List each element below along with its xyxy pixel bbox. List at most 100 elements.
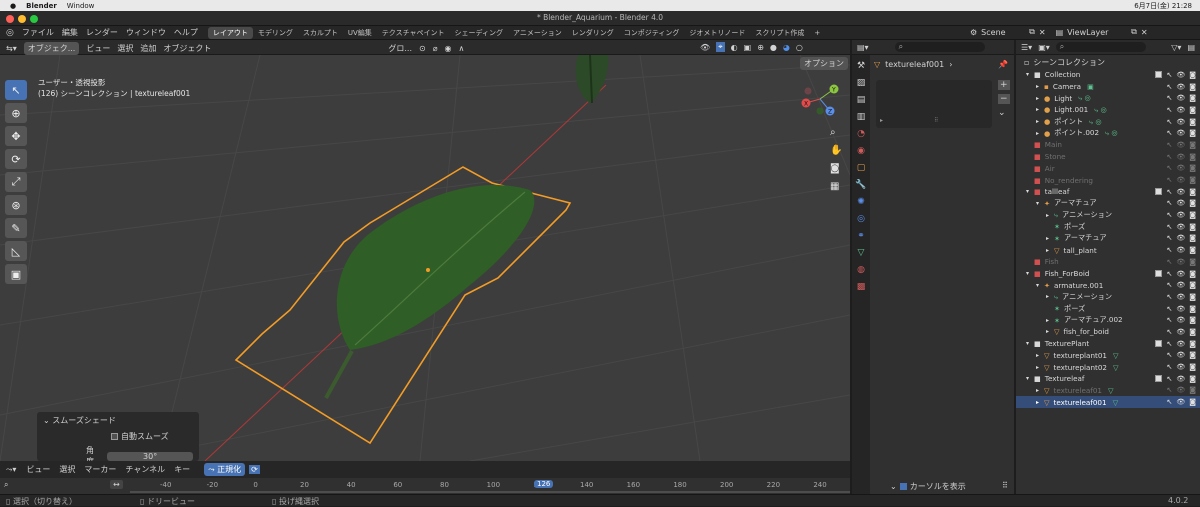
menu-2[interactable]: レンダー	[86, 27, 118, 38]
pan-hand-icon[interactable]: ✋	[830, 145, 842, 156]
show-cursor-option[interactable]: ⌄ カーソルを表示	[890, 481, 966, 492]
object-tab-icon[interactable]: ▢	[857, 163, 866, 173]
workspace-tab-5[interactable]: シェーディング	[450, 27, 509, 39]
workspace-tab-1[interactable]: モデリング	[253, 27, 298, 39]
render-icon[interactable]: ◙	[1189, 386, 1196, 394]
visibility-icon[interactable]: 👁	[1176, 316, 1185, 324]
timeline-menu-1[interactable]: 選択	[59, 464, 75, 475]
timeline-swap-icon[interactable]: ↔	[110, 480, 123, 489]
outliner-row[interactable]: ■ Main ↖ 👁 ◙	[1016, 139, 1200, 151]
menu-0[interactable]: ファイル	[22, 27, 54, 38]
texture-tab-icon[interactable]: ▩	[857, 282, 866, 292]
select-tool-icon[interactable]: ↖	[5, 80, 27, 100]
render-icon[interactable]: ◙	[1189, 199, 1196, 207]
perspective-grid-icon[interactable]: ▦	[830, 181, 842, 192]
scene-tab-icon[interactable]: ◔	[857, 129, 865, 139]
physics-tab-icon[interactable]: ◎	[857, 214, 865, 224]
expand-arrow-icon[interactable]: ▸	[1036, 399, 1044, 406]
render-icon[interactable]: ◙	[1189, 164, 1196, 172]
outliner-row[interactable]: ▾ ■ tallleaf ↖ 👁 ◙	[1016, 186, 1200, 198]
menu-3[interactable]: ウィンドウ	[126, 27, 166, 38]
visibility-icon[interactable]: 👁	[1176, 176, 1185, 184]
visibility-icon[interactable]: 👁	[1176, 270, 1185, 278]
exclude-checkbox[interactable]	[1155, 339, 1163, 347]
blender-logo-icon[interactable]: ◎	[6, 28, 14, 38]
normalize-toggle[interactable]: ⤳ 正規化	[204, 463, 246, 476]
exclude-checkbox[interactable]	[1155, 70, 1163, 78]
timeline-search-icon[interactable]: ⌕	[4, 480, 8, 490]
outliner-row[interactable]: ▾ ■ Textureleaf ↖ 👁 ◙	[1016, 373, 1200, 385]
outliner-row[interactable]: ■ Stone ↖ 👁 ◙	[1016, 151, 1200, 163]
auto-normalize-icon[interactable]: ⟳	[249, 465, 260, 474]
transform-tool-icon[interactable]: ⊛	[5, 195, 27, 215]
outliner-row[interactable]: ▸ ▽ textureleaf001 ▽ ↖ 👁 ◙	[1016, 396, 1200, 408]
selectable-icon[interactable]: ↖	[1166, 340, 1172, 348]
object-menu[interactable]: オブジェクト	[163, 43, 211, 54]
workspace-tab-2[interactable]: スカルプト	[298, 27, 343, 39]
selectable-icon[interactable]: ↖	[1166, 316, 1172, 324]
selectable-icon[interactable]: ↖	[1166, 234, 1172, 242]
expand-arrow-icon[interactable]: ▸	[1046, 212, 1054, 219]
visibility-icon[interactable]: 👁	[1176, 246, 1185, 254]
snap-icon[interactable]: ⌀	[433, 44, 438, 53]
menu-1[interactable]: 編集	[62, 27, 78, 38]
data-tab-icon[interactable]: ▽	[858, 248, 865, 258]
outliner-data-icon[interactable]: ⤷ ◎	[1089, 117, 1102, 127]
app-menu[interactable]: Blender	[26, 2, 57, 10]
workspace-tab-4[interactable]: テクスチャペイント	[377, 27, 450, 39]
visibility-icon[interactable]: 👁	[1176, 363, 1185, 371]
outliner-row[interactable]: ✶ ポーズ ↖ 👁 ◙	[1016, 221, 1200, 233]
outliner-row[interactable]: ▸ ● Light.001 ⤷ ◎ ↖ 👁 ◙	[1016, 104, 1200, 116]
visibility-icon[interactable]: 👁	[1176, 188, 1185, 196]
outliner-row[interactable]: ▸ ▽ tall_plant ↖ 👁 ◙	[1016, 244, 1200, 256]
render-icon[interactable]: ◙	[1189, 129, 1196, 137]
workspace-tab-6[interactable]: アニメーション	[508, 27, 567, 39]
expand-arrow-icon[interactable]: ▾	[1026, 71, 1034, 78]
outliner-row[interactable]: ▸ ● ポイント.002 ⤷ ◎ ↖ 👁 ◙	[1016, 127, 1200, 139]
view-menu[interactable]: ビュー	[86, 43, 110, 54]
outliner-row[interactable]: ▸ ⤷ アニメーション ↖ 👁 ◙	[1016, 291, 1200, 303]
render-icon[interactable]: ◙	[1189, 375, 1196, 383]
breadcrumb-chevron-icon[interactable]: ›	[949, 60, 952, 69]
selectable-icon[interactable]: ↖	[1166, 328, 1172, 336]
selectable-icon[interactable]: ↖	[1166, 83, 1172, 91]
visibility-icon[interactable]: 👁	[1176, 141, 1185, 149]
outliner-row[interactable]: ▸ ▽ textureleaf01 ▽ ↖ 👁 ◙	[1016, 385, 1200, 397]
visibility-icon[interactable]: 👁	[1176, 258, 1185, 266]
material-shading-icon[interactable]: ◕	[783, 43, 790, 52]
timeline-ruler[interactable]: ⌕ ↔ -40-20020406080100120140160180200220…	[0, 478, 873, 494]
selectable-icon[interactable]: ↖	[1166, 153, 1172, 161]
expand-arrow-icon[interactable]: ▾	[1026, 375, 1034, 382]
render-icon[interactable]: ◙	[1189, 106, 1196, 114]
workspace-tab-10[interactable]: スクリプト作成	[750, 27, 809, 39]
angle-field[interactable]: 30°	[107, 451, 193, 461]
visibility-icon[interactable]: 👁	[1176, 129, 1185, 137]
menu-4[interactable]: ヘルプ	[174, 27, 198, 38]
render-icon[interactable]: ◙	[1189, 305, 1196, 313]
visibility-icon[interactable]: 👁	[1176, 118, 1185, 126]
expand-arrow-icon[interactable]: ▸	[1036, 352, 1044, 359]
outliner-data-icon[interactable]: ▽	[1108, 386, 1114, 395]
scene-name[interactable]: Scene	[981, 28, 1025, 37]
outliner-data-icon[interactable]: ⤷ ◎	[1078, 93, 1091, 103]
window-menu[interactable]: Window	[67, 2, 95, 10]
render-icon[interactable]: ◙	[1189, 234, 1196, 242]
gizmo-toggle-icon[interactable]: ⌖	[716, 42, 725, 52]
expand-arrow-icon[interactable]: ▸	[1036, 95, 1044, 102]
visibility-icon[interactable]: 👁	[1176, 94, 1185, 102]
view-layer-tab-icon[interactable]: ▥	[857, 112, 866, 122]
selectable-icon[interactable]: ↖	[1166, 398, 1172, 406]
expand-arrow-icon[interactable]: ▸	[1046, 293, 1054, 300]
modifier-tab-icon[interactable]: 🔧	[855, 180, 866, 190]
outliner-row[interactable]: ■ Air ↖ 👁 ◙	[1016, 163, 1200, 175]
outliner-search-input[interactable]: ⌕	[1055, 42, 1146, 52]
selectable-icon[interactable]: ↖	[1166, 199, 1172, 207]
constraints-tab-icon[interactable]: ⚭	[857, 231, 865, 241]
outliner-row[interactable]: ✶ ポーズ ↖ 👁 ◙	[1016, 303, 1200, 315]
options-button[interactable]: オプション	[800, 57, 848, 70]
visibility-icon[interactable]: 👁	[700, 43, 710, 52]
camera-view-icon[interactable]: ◙	[830, 163, 842, 174]
workspace-tab-7[interactable]: レンダリング	[567, 27, 619, 39]
viewlayer-name[interactable]: ViewLayer	[1067, 28, 1127, 37]
selectable-icon[interactable]: ↖	[1166, 176, 1172, 184]
